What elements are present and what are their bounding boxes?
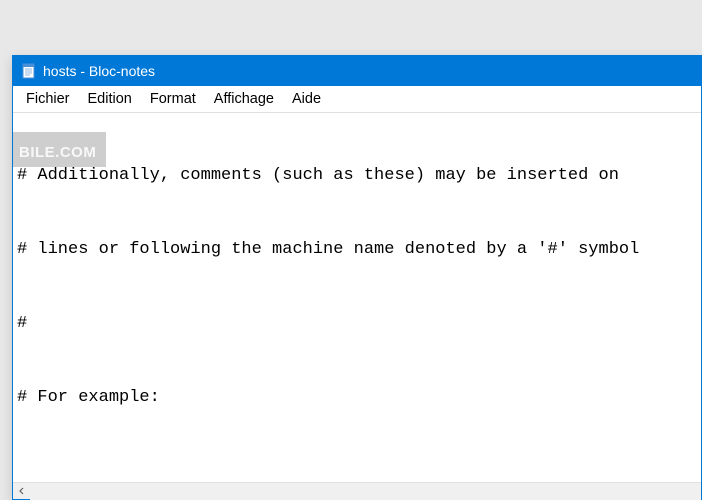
editor-line: # lines or following the machine name de… [17, 238, 697, 263]
editor-line: # Additionally, comments (such as these)… [17, 164, 697, 189]
scroll-left-button[interactable] [13, 483, 30, 500]
menu-edition[interactable]: Edition [79, 89, 141, 109]
notepad-window: hosts - Bloc-notes Fichier Edition Forma… [12, 55, 702, 500]
text-editor[interactable]: # Additionally, comments (such as these)… [13, 113, 701, 482]
menubar: Fichier Edition Format Affichage Aide [13, 86, 701, 113]
scroll-track[interactable] [30, 483, 701, 500]
menu-format[interactable]: Format [141, 89, 205, 109]
menu-aide[interactable]: Aide [283, 89, 330, 109]
window-title: hosts - Bloc-notes [43, 63, 155, 79]
editor-line: # For example: [17, 386, 697, 411]
menu-fichier[interactable]: Fichier [17, 89, 79, 109]
editor-line: # [17, 312, 697, 337]
titlebar[interactable]: hosts - Bloc-notes [13, 56, 701, 86]
notepad-icon [21, 63, 37, 79]
menu-affichage[interactable]: Affichage [205, 89, 283, 109]
horizontal-scrollbar[interactable] [13, 482, 701, 499]
watermark-overlay: BILE.COM [13, 132, 106, 167]
